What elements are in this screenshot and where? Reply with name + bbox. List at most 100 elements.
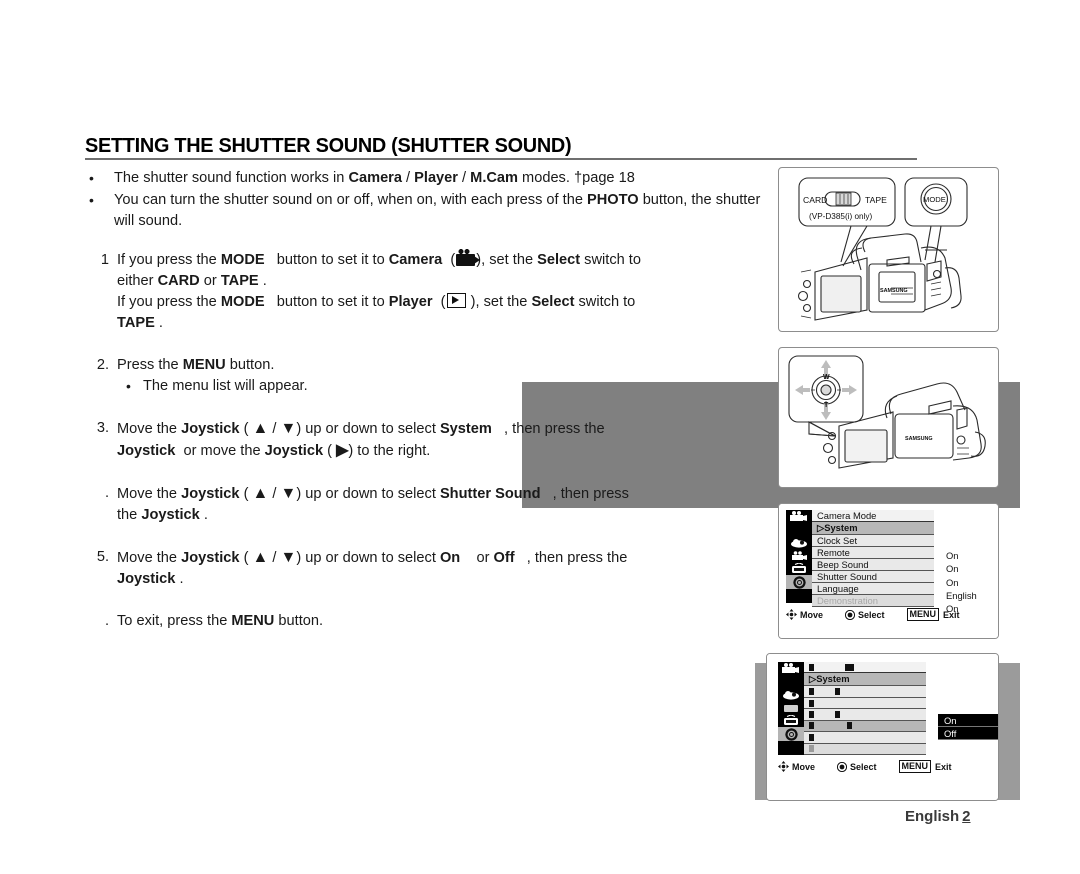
osd-menu-key[interactable]: MENU (898, 760, 932, 773)
intro-bullet-2-text: You can turn the shutter sound on or off… (114, 192, 761, 229)
step-4-number: . (104, 485, 109, 501)
osd-selected-group[interactable]: ▷System (804, 673, 926, 687)
keyword-select: Select (531, 294, 575, 310)
osd-body: ▷System On Off (778, 662, 998, 755)
osd-body: Camera Mode ▷System Clock Set Remote Bee… (786, 510, 991, 614)
camcorder-small-glyph (791, 551, 807, 560)
step-6-text: To exit, press the MENU button. (117, 613, 324, 629)
osd-val-shutter-sound: On (946, 576, 959, 588)
gear-glyph (792, 575, 806, 589)
list-item: • The shutter sound function works in Ca… (85, 168, 775, 189)
figure-camera-mode: CARD TAPE (VP-D385(i) only) MODE SAMSUNG (778, 167, 999, 332)
osd-row-5[interactable] (804, 732, 926, 744)
osd-row-shutter-sound-selected[interactable] (804, 720, 926, 733)
step-3: 3. Move the Joystick ( ▲ / ▼) up or down… (85, 418, 785, 462)
osd-submenu-on[interactable]: On (938, 714, 998, 728)
intro-bullet-1-text: The shutter sound function works in Came… (114, 170, 635, 186)
osd-row-shutter-sound[interactable]: Shutter Sound (812, 571, 934, 583)
monitor-glyph (792, 563, 806, 574)
joystick-down-icon: ▼ (280, 549, 297, 566)
keyword-shutter-sound: Shutter Sound (439, 486, 541, 502)
step-4-text: Move the Joystick ( ▲ / ▼) up or down to… (117, 485, 629, 523)
keyword-joystick: Joystick (181, 421, 240, 437)
card-label: CARD (803, 195, 827, 205)
step-1-text: If you press the MODE button to set it t… (117, 249, 641, 331)
mode-button-label: MODE (923, 195, 946, 204)
camcorder-glyph (782, 663, 799, 674)
keyword-card: CARD (157, 273, 200, 289)
record-mode-icon (786, 549, 812, 562)
osd-icon-spacer (786, 523, 812, 536)
joystick-up-icon: ▲ (252, 549, 269, 566)
step-3-text: Move the Joystick ( ▲ / ▼) up or down to… (117, 420, 605, 459)
osd-val-demonstration: On (946, 602, 959, 614)
step-1-number: 1 (100, 252, 109, 268)
obscured-text-block (809, 733, 814, 741)
keyword-player: Player (388, 294, 433, 310)
osd-exit-label: Exit (935, 761, 952, 772)
tape-label: TAPE (865, 195, 887, 205)
play-icon (446, 293, 466, 308)
camcorder-mode-illustration: CARD TAPE (VP-D385(i) only) MODE SAMSUNG (797, 177, 968, 321)
heading-divider (85, 158, 917, 160)
figure-menu-onoff: ▷System On Off Move Select MENU Exit (766, 653, 999, 801)
white-balance-icon (786, 536, 812, 549)
step-2-text: Press the MENU button. (117, 357, 275, 373)
osd-move-label: Move (792, 761, 816, 772)
bullet-icon: • (89, 170, 94, 186)
bullet-icon: • (89, 192, 94, 208)
keyword-tape: TAPE (117, 315, 155, 331)
osd-selected-group[interactable]: ▷System (812, 522, 934, 535)
step-2-number: 2. (96, 357, 109, 373)
osd-icon-column (778, 662, 804, 755)
step-2-subbullet-text: The menu list will appear. (143, 378, 308, 394)
obscured-text-block (835, 710, 840, 718)
osd-submenu-off[interactable]: Off (938, 727, 998, 741)
keyword-joystick: Joystick (181, 486, 240, 502)
camcorder-glyph (790, 511, 807, 522)
system-gear-icon (778, 727, 804, 741)
osd-icon-blank (778, 741, 804, 754)
figure-menu-system: Camera Mode ▷System Clock Set Remote Bee… (778, 503, 999, 639)
obscured-text-block (835, 688, 840, 696)
osd-select-label: Select (850, 761, 877, 772)
osd-screen-onoff: ▷System On Off Move Select MENU Exit (767, 654, 998, 800)
step-5: 5. Move the Joystick ( ▲ / ▼) up or down… (85, 547, 785, 590)
cloud-glyph (783, 690, 799, 700)
osd-row-clock-set[interactable]: Clock Set (812, 535, 934, 547)
osd-row-remote[interactable]: Remote (812, 547, 934, 559)
osd-move-label: Move (800, 609, 824, 620)
osd-footer: Move Select MENU Exit (778, 760, 989, 773)
list-item: • You can turn the shutter sound on or o… (85, 190, 775, 232)
joystick-up-icon: ▲ (252, 420, 269, 437)
step-6: . To exit, press the MENU button. (85, 611, 785, 632)
dpad-icon (778, 761, 789, 772)
obscured-text-block (809, 722, 814, 730)
system-gear-icon (786, 575, 812, 589)
osd-val-beep-sound: On (946, 563, 959, 575)
osd-row-3[interactable] (804, 709, 926, 721)
select-button-icon (837, 761, 848, 772)
osd-row-1[interactable] (804, 686, 926, 698)
camcorder-joystick-illustration: W T SAMSUNG (788, 355, 986, 469)
obscured-text-block (809, 699, 814, 707)
osd-row-beep-sound[interactable]: Beep Sound (812, 559, 934, 571)
step-5-number: 5. (96, 549, 109, 565)
osd-menu-key[interactable]: MENU (906, 608, 940, 621)
osd-icon-blank (786, 589, 812, 602)
joystick-down-icon: ▼ (280, 485, 297, 502)
osd-select-label: Select (858, 609, 885, 620)
figure-joystick: W T SAMSUNG (778, 347, 999, 488)
manual-page: SETTING THE SHUTTER SOUND (SHUTTER SOUND… (0, 0, 1080, 874)
osd-row-language[interactable]: Language (812, 583, 934, 595)
osd-row-2[interactable] (804, 697, 926, 710)
obscured-text-block (809, 663, 814, 671)
model-note: (VP-D385(i) only) (809, 212, 873, 221)
joystick-up-icon: ▲ (252, 485, 269, 502)
obscured-text-block (809, 688, 814, 696)
obscured-text-block (809, 745, 814, 753)
